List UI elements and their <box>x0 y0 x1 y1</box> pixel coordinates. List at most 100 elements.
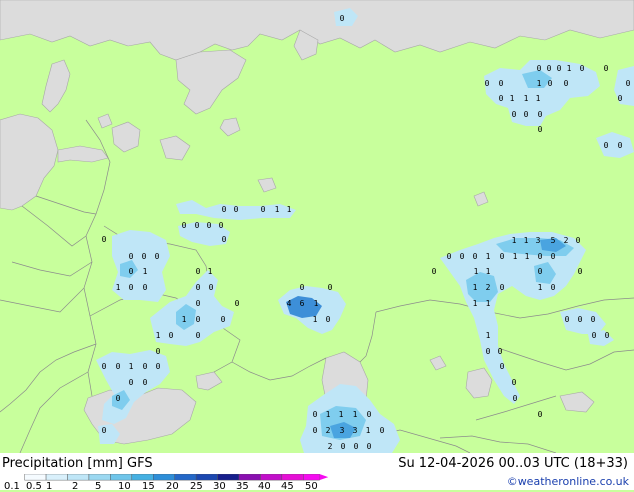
point-value: 0 <box>221 315 226 324</box>
point-value: 0 <box>524 110 529 119</box>
color-scale-label: 35 <box>236 481 249 492</box>
point-value: 1 <box>182 315 187 324</box>
point-value: 0 <box>326 315 331 324</box>
point-value: 0 <box>129 252 134 261</box>
point-value: 1 <box>366 426 371 435</box>
model-name: GFS <box>127 456 153 471</box>
color-scale-label: 25 <box>190 481 203 492</box>
point-value: 0 <box>155 252 160 261</box>
point-value: 0 <box>547 64 552 73</box>
point-value: 0 <box>195 221 200 230</box>
color-scale-label: 30 <box>213 481 226 492</box>
point-value: 2 <box>564 236 569 245</box>
point-value: 1 <box>536 94 541 103</box>
color-scale-label: 45 <box>281 481 294 492</box>
legend-bar: Precipitation [mm] GFS Su 12-04-2026 00.… <box>0 453 634 492</box>
point-value: 0 <box>460 252 465 261</box>
point-value: 0 <box>196 331 201 340</box>
valid-time: Su 12-04-2026 00..03 UTC (18+33) <box>398 456 628 471</box>
point-value: 0 <box>143 378 148 387</box>
point-value: 0 <box>576 236 581 245</box>
color-scale-step <box>24 474 47 481</box>
point-value: 0 <box>432 267 437 276</box>
color-scale-label: 40 <box>258 481 271 492</box>
point-value: 0 <box>592 331 597 340</box>
point-value: 0 <box>499 79 504 88</box>
point-value: 0 <box>580 64 585 73</box>
point-value: 0 <box>313 410 318 419</box>
point-value: 0 <box>182 221 187 230</box>
point-value: 0 <box>537 64 542 73</box>
point-value: 3 <box>340 426 345 435</box>
point-value: 0 <box>578 315 583 324</box>
color-scale-step <box>217 474 240 481</box>
point-value: 0 <box>207 221 212 230</box>
point-value: 0 <box>116 394 121 403</box>
point-value: 1 <box>513 252 518 261</box>
point-value: 1 <box>287 205 292 214</box>
point-value: 0 <box>328 283 333 292</box>
point-value: 1 <box>129 362 134 371</box>
point-value: 1 <box>486 252 491 261</box>
point-value: 0 <box>102 426 107 435</box>
point-value: 0 <box>591 315 596 324</box>
credit-link[interactable]: ©weatheronline.co.uk <box>507 475 629 488</box>
point-value: 0 <box>604 141 609 150</box>
point-value: 0 <box>512 110 517 119</box>
point-value: 1 <box>537 79 542 88</box>
point-value: 0 <box>498 347 503 356</box>
color-scale-step <box>131 474 154 481</box>
point-value: 0 <box>143 362 148 371</box>
point-value: 0 <box>551 252 556 261</box>
point-value: 6 <box>300 299 305 308</box>
color-scale-label: 1 <box>46 481 53 492</box>
point-value: 0 <box>538 125 543 134</box>
legend-title: Precipitation [mm] GFS <box>2 456 153 471</box>
point-value: 0 <box>219 221 224 230</box>
point-value: 0 <box>116 362 121 371</box>
color-scale-step <box>260 474 283 481</box>
point-value: 0 <box>565 315 570 324</box>
point-value: 0 <box>500 362 505 371</box>
point-value: 1 <box>538 283 543 292</box>
point-value: 0 <box>538 410 543 419</box>
point-value: 1 <box>474 267 479 276</box>
point-value: 0 <box>500 252 505 261</box>
point-value: 1 <box>208 267 213 276</box>
point-value: 0 <box>367 410 372 419</box>
point-value: 0 <box>557 64 562 73</box>
point-value: 1 <box>116 283 121 292</box>
point-value: 0 <box>129 267 134 276</box>
point-value: 1 <box>524 94 529 103</box>
point-value: 1 <box>486 267 491 276</box>
point-value: 0 <box>313 426 318 435</box>
point-value: 1 <box>486 299 491 308</box>
point-value: 2 <box>486 283 491 292</box>
point-value: 0 <box>618 141 623 150</box>
point-value: 0 <box>142 252 147 261</box>
point-value: 1 <box>486 331 491 340</box>
point-value: 0 <box>196 299 201 308</box>
point-value: 0 <box>235 299 240 308</box>
point-value: 1 <box>313 315 318 324</box>
point-value: 0 <box>209 283 214 292</box>
color-scale <box>24 474 329 481</box>
point-value: 2 <box>326 426 331 435</box>
point-value: 0 <box>500 283 505 292</box>
point-value: 0 <box>605 331 610 340</box>
precipitation-map: 00 0 0 1 0 00 0 1 0 0 00 1 1 1 00 0 000 00 0 0 1 10 0 0 00 0 1 1 3 5 2… <box>0 0 634 453</box>
point-value: 0 <box>626 79 631 88</box>
point-value: 0 <box>196 283 201 292</box>
color-scale-label: 15 <box>142 481 155 492</box>
point-value: 0 <box>102 235 107 244</box>
color-scale-step <box>88 474 111 481</box>
color-scale-step <box>67 474 90 481</box>
point-value: 0 <box>473 252 478 261</box>
color-scale-label: 50 <box>305 481 318 492</box>
point-value: 0 <box>340 14 345 23</box>
point-value: 1 <box>512 236 517 245</box>
point-value: 0 <box>447 252 452 261</box>
color-scale-step <box>195 474 218 481</box>
point-value: 0 <box>512 378 517 387</box>
color-scale-label: 2 <box>72 481 79 492</box>
